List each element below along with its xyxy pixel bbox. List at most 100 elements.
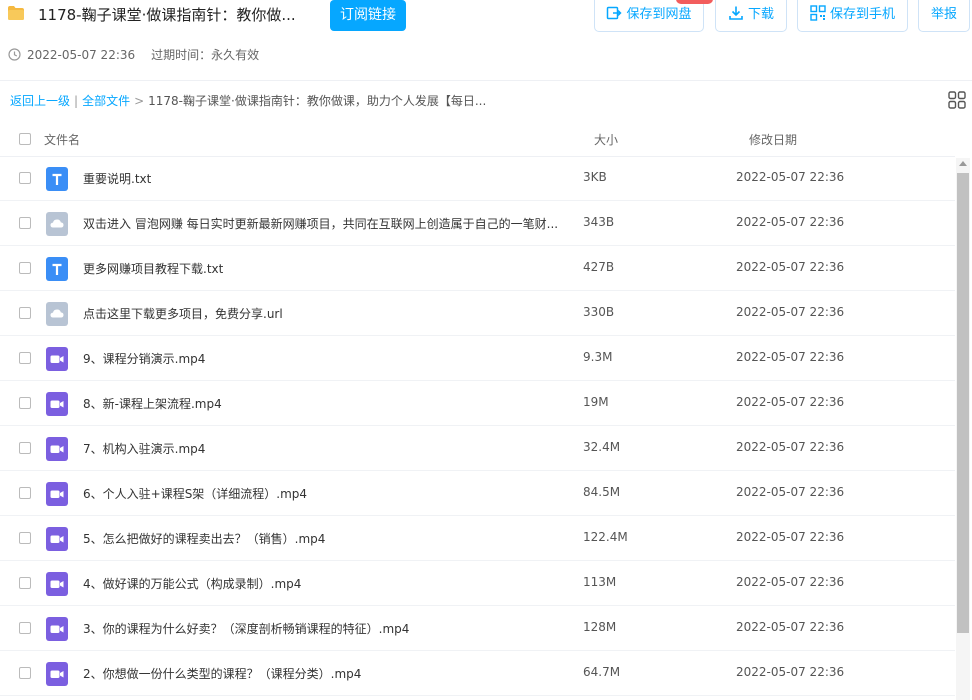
back-link[interactable]: 返回上一级 (10, 94, 70, 108)
file-date: 2022-05-07 22:36 (736, 395, 845, 409)
file-date: 2022-05-07 22:36 (736, 215, 845, 229)
file-date: 2022-05-07 22:36 (736, 620, 845, 634)
share-header: 1178-鞠子课堂·做课指南针：教你做... 订阅链接 保存到网盘 下载 保存到… (0, 0, 972, 81)
file-size: 64.7M (583, 665, 621, 679)
download-icon (729, 6, 743, 20)
file-size: 122.4M (583, 530, 628, 544)
breadcrumb-arrow: > (134, 94, 145, 108)
save-to-netdisk-label: 保存到网盘 (626, 7, 692, 22)
file-name[interactable]: 8、新-课程上架流程.mp4 (83, 395, 222, 412)
file-checkbox[interactable] (19, 397, 31, 409)
scroll-up-arrow[interactable] (959, 161, 967, 166)
file-name[interactable]: 7、机构入驻演示.mp4 (83, 440, 205, 457)
file-date: 2022-05-07 22:36 (736, 665, 845, 679)
file-checkbox[interactable] (19, 352, 31, 364)
file-size: 3KB (583, 170, 607, 184)
txt-file-icon (46, 167, 68, 191)
new-badge (676, 0, 713, 4)
download-button[interactable]: 下载 (715, 0, 787, 32)
file-date: 2022-05-07 22:36 (736, 440, 845, 454)
file-row[interactable]: 7、机构入驻演示.mp4 32.4M 2022-05-07 22:36 (0, 426, 955, 471)
file-row[interactable]: 2、你想做一份什么类型的课程？（课程分类）.mp4 64.7M 2022-05-07… (0, 651, 955, 696)
file-name[interactable]: 5、怎么把做好的课程卖出去？（销售）.mp4 (83, 530, 325, 547)
scrollbar[interactable] (956, 158, 970, 700)
save-to-phone-label: 保存到手机 (829, 7, 895, 22)
video-file-icon (46, 572, 68, 596)
column-size[interactable]: 大小 (594, 131, 618, 148)
file-row[interactable]: 9、课程分销演示.mp4 9.3M 2022-05-07 22:36 (0, 336, 955, 381)
file-name[interactable]: 重要说明.txt (83, 170, 151, 187)
file-size: 19M (583, 395, 609, 409)
file-name[interactable]: 2、你想做一份什么类型的课程？（课程分类）.mp4 (83, 665, 361, 682)
video-file-icon (46, 392, 68, 416)
file-row[interactable]: 双击进入 冒泡网赚 每日实时更新最新网赚项目，共同在互联网上创造属于自己的一笔财… (0, 201, 955, 246)
file-size: 128M (583, 620, 617, 634)
file-row[interactable]: 8、新-课程上架流程.mp4 19M 2022-05-07 22:36 (0, 381, 955, 426)
file-name[interactable]: 3、你的课程为什么好卖？（深度剖析畅销课程的特征）.mp4 (83, 620, 409, 637)
file-date: 2022-05-07 22:36 (736, 350, 845, 364)
download-label: 下载 (747, 7, 774, 22)
link-file-icon (46, 302, 68, 326)
file-date: 2022-05-07 22:36 (736, 305, 845, 319)
save-to-netdisk-button[interactable]: 保存到网盘 (594, 0, 704, 32)
file-row[interactable]: 4、做好课的万能公式（构成录制）.mp4 113M 2022-05-07 22:36 (0, 561, 955, 606)
file-row[interactable]: 重要说明.txt 3KB 2022-05-07 22:36 (0, 156, 955, 201)
file-name[interactable]: 4、做好课的万能公式（构成录制）.mp4 (83, 575, 301, 592)
file-name[interactable]: 6、个人入驻+课程S架（详细流程）.mp4 (83, 485, 307, 502)
scroll-thumb[interactable] (957, 173, 969, 633)
select-all-checkbox[interactable] (19, 133, 31, 145)
file-size: 330B (583, 305, 615, 319)
file-list-header: 文件名 大小 修改日期 (0, 124, 955, 157)
share-meta: 2022-05-07 22:36 过期时间：永久有效 (8, 46, 259, 63)
file-row[interactable]: 3、你的课程为什么好卖？（深度剖析畅销课程的特征）.mp4 128M 2022-05… (0, 606, 955, 651)
file-checkbox[interactable] (19, 487, 31, 499)
breadcrumb: 返回上一级 | 全部文件 >1178-鞠子课堂·做课指南针：教你做课，助力个人发展【每… (10, 92, 486, 109)
file-checkbox[interactable] (19, 172, 31, 184)
breadcrumb-current: 1178-鞠子课堂·做课指南针：教你做课，助力个人发展【每日... (148, 94, 487, 108)
file-name[interactable]: 双击进入 冒泡网赚 每日实时更新最新网赚项目，共同在互联网上创造属于自己的一笔财… (83, 215, 558, 232)
all-files-link[interactable]: 全部文件 (82, 94, 130, 108)
file-checkbox[interactable] (19, 667, 31, 679)
file-date: 2022-05-07 22:36 (736, 170, 845, 184)
file-checkbox[interactable] (19, 307, 31, 319)
file-checkbox[interactable] (19, 532, 31, 544)
column-date[interactable]: 修改日期 (749, 131, 797, 148)
file-row[interactable]: 更多网赚项目教程下载.txt 427B 2022-05-07 22:36 (0, 246, 955, 291)
file-size: 32.4M (583, 440, 621, 454)
file-name[interactable]: 9、课程分销演示.mp4 (83, 350, 205, 367)
file-checkbox[interactable] (19, 442, 31, 454)
folder-icon (8, 6, 24, 20)
clock-icon (8, 48, 21, 61)
file-date: 2022-05-07 22:36 (736, 485, 845, 499)
subscribe-button[interactable]: 订阅链接 (330, 0, 406, 31)
file-list: 重要说明.txt 3KB 2022-05-07 22:36 双击进入 冒泡网赚 每日实… (0, 156, 955, 696)
save-to-phone-button[interactable]: 保存到手机 (797, 0, 908, 32)
share-title: 1178-鞠子课堂·做课指南针：教你做... (38, 6, 296, 24)
video-file-icon (46, 482, 68, 506)
file-row[interactable]: 点击这里下载更多项目，免费分享.url 330B 2022-05-07 22:36 (0, 291, 955, 336)
file-row[interactable]: 5、怎么把做好的课程卖出去？（销售）.mp4 122.4M 2022-05-07 2… (0, 516, 955, 561)
share-time: 2022-05-07 22:36 (27, 48, 136, 62)
file-date: 2022-05-07 22:36 (736, 575, 845, 589)
txt-file-icon (46, 257, 68, 281)
video-file-icon (46, 437, 68, 461)
file-date: 2022-05-07 22:36 (736, 530, 845, 544)
video-file-icon (46, 617, 68, 641)
file-checkbox[interactable] (19, 262, 31, 274)
file-name[interactable]: 点击这里下载更多项目，免费分享.url (83, 305, 283, 322)
file-checkbox[interactable] (19, 217, 31, 229)
file-date: 2022-05-07 22:36 (736, 260, 845, 274)
video-file-icon (46, 527, 68, 551)
file-row[interactable]: 6、个人入驻+课程S架（详细流程）.mp4 84.5M 2022-05-07 22:… (0, 471, 955, 516)
file-size: 9.3M (583, 350, 613, 364)
report-button[interactable]: 举报 (918, 0, 970, 32)
file-name[interactable]: 更多网赚项目教程下载.txt (83, 260, 223, 277)
file-checkbox[interactable] (19, 577, 31, 589)
column-name[interactable]: 文件名 (44, 131, 80, 148)
video-file-icon (46, 662, 68, 686)
expire-text: 过期时间：永久有效 (151, 48, 260, 62)
qr-code-icon (810, 5, 826, 21)
breadcrumb-separator: | (74, 94, 79, 108)
grid-view-icon[interactable] (948, 91, 966, 109)
file-checkbox[interactable] (19, 622, 31, 634)
